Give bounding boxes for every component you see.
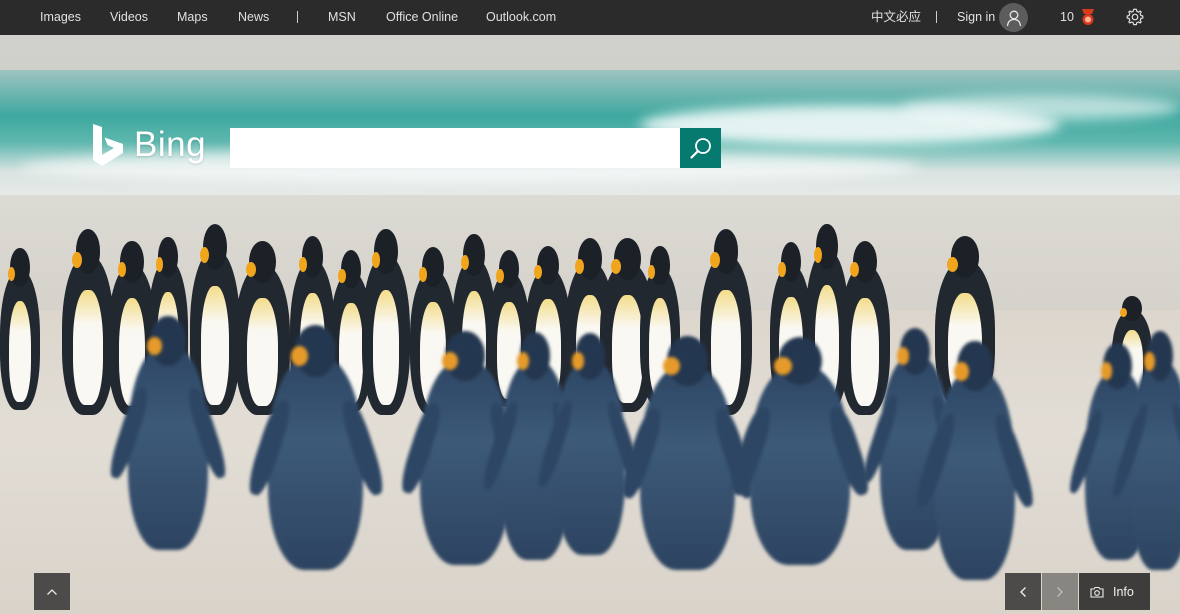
gear-icon[interactable] bbox=[1126, 8, 1144, 26]
nav-msn-link[interactable]: MSN bbox=[328, 0, 356, 35]
lang-divider bbox=[936, 11, 937, 23]
nav-videos-link[interactable]: Videos bbox=[110, 0, 148, 35]
king-penguin bbox=[362, 229, 410, 415]
rewards-count[interactable]: 10 bbox=[1060, 0, 1074, 35]
king-penguin bbox=[62, 229, 114, 415]
bing-logo-text: Bing bbox=[134, 125, 207, 164]
nav-news-link[interactable]: News bbox=[238, 0, 269, 35]
top-navigation-bar: Images Videos Maps News MSN Office Onlin… bbox=[0, 0, 1180, 35]
nav-maps-link[interactable]: Maps bbox=[177, 0, 208, 35]
user-avatar[interactable] bbox=[999, 3, 1028, 32]
blurred-penguin bbox=[726, 337, 874, 565]
blurred-penguin bbox=[243, 324, 388, 570]
king-penguin bbox=[840, 241, 890, 415]
chevron-left-icon bbox=[1020, 586, 1026, 597]
sign-in-link[interactable]: Sign in bbox=[957, 0, 995, 35]
background-image-penguins bbox=[0, 0, 1180, 614]
nav-images-link[interactable]: Images bbox=[40, 0, 81, 35]
bing-logo-icon bbox=[93, 124, 123, 166]
blurred-penguin bbox=[105, 316, 231, 550]
king-penguin bbox=[0, 247, 40, 410]
blurred-penguin bbox=[912, 340, 1038, 580]
bing-logo[interactable]: Bing bbox=[92, 122, 206, 168]
wave-crest-right bbox=[900, 95, 1180, 121]
image-info-button[interactable]: Info bbox=[1079, 573, 1150, 610]
blurred-penguin bbox=[534, 332, 646, 555]
search-input[interactable] bbox=[230, 128, 680, 168]
previous-image-button[interactable] bbox=[1005, 573, 1041, 610]
search-button[interactable] bbox=[680, 128, 721, 168]
info-label: Info bbox=[1113, 584, 1134, 599]
language-switch-link[interactable]: 中文必应 bbox=[871, 0, 921, 35]
nav-office-online-link[interactable]: Office Online bbox=[386, 0, 458, 35]
chevron-right-icon bbox=[1057, 586, 1063, 597]
rewards-medal-icon[interactable] bbox=[1080, 9, 1096, 26]
search-icon bbox=[689, 138, 711, 159]
chevron-up-icon bbox=[47, 588, 57, 595]
camera-icon bbox=[1090, 586, 1104, 598]
scroll-up-button[interactable] bbox=[34, 573, 70, 610]
user-icon bbox=[1006, 10, 1021, 26]
nav-divider bbox=[297, 11, 298, 23]
next-image-button[interactable] bbox=[1042, 573, 1078, 610]
nav-outlook-link[interactable]: Outlook.com bbox=[486, 0, 556, 35]
blurred-penguin bbox=[1109, 330, 1180, 570]
blurred-penguin bbox=[616, 336, 759, 570]
